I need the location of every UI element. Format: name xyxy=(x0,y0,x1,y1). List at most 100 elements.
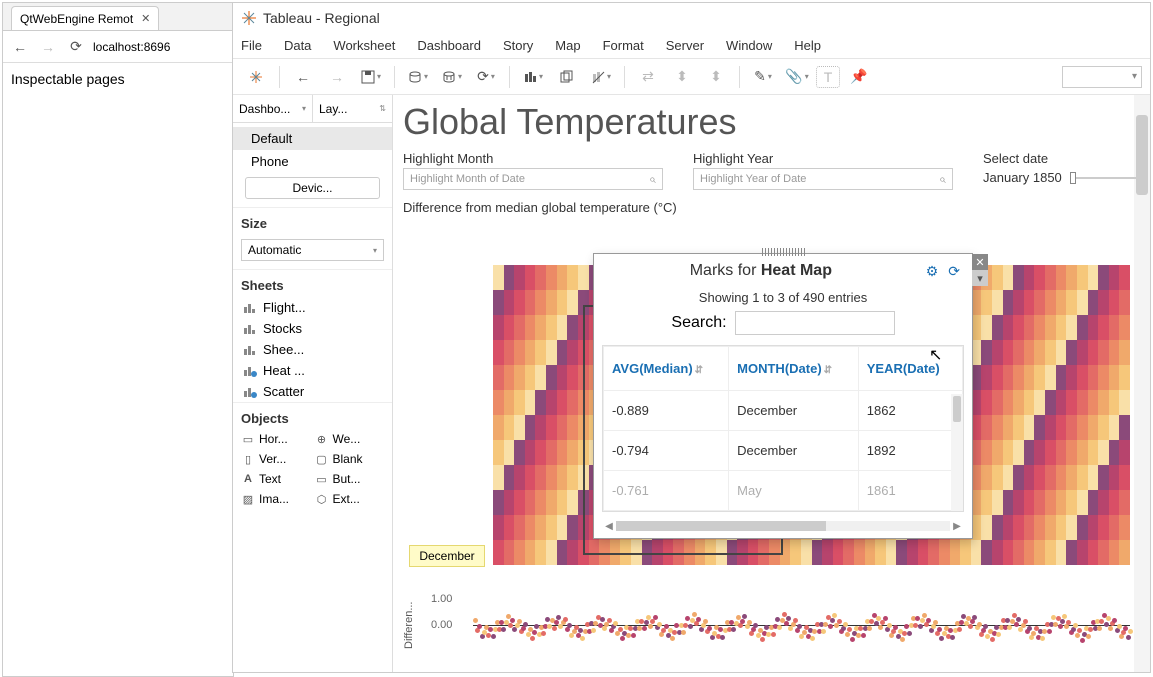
browser-toolbar: ← → ⟳ localhost:8696 xyxy=(3,31,233,63)
browser-window: QtWebEngine Remot ✕ ← → ⟳ localhost:8696… xyxy=(2,2,234,677)
fit-dropdown[interactable]: ▾ xyxy=(1062,66,1142,88)
device-default[interactable]: Default xyxy=(233,127,392,150)
globe-icon: ⊕ xyxy=(315,433,329,445)
table-row[interactable]: -0.889December1862 xyxy=(604,391,963,431)
sheet-item[interactable]: Heat ... xyxy=(233,360,392,381)
bar-chart-check-icon xyxy=(243,386,257,398)
menu-data[interactable]: Data xyxy=(284,38,311,53)
forward-icon[interactable]: → xyxy=(37,36,59,58)
blank-icon: ▢ xyxy=(315,453,329,465)
menubar: File Data Worksheet Dashboard Story Map … xyxy=(233,33,1150,59)
filter-year-combo[interactable]: Highlight Year of Date xyxy=(693,168,953,190)
browser-tab[interactable]: QtWebEngine Remot ✕ xyxy=(11,6,159,30)
sort-icon: ⇵ xyxy=(695,365,703,376)
gear-icon[interactable]: ⚙ xyxy=(926,263,939,280)
menu-dashboard[interactable]: Dashboard xyxy=(417,38,481,53)
size-section-label: Size xyxy=(233,207,392,235)
sort-icon: ⇵ xyxy=(824,365,832,376)
menu-story[interactable]: Story xyxy=(503,38,533,53)
text-tool-icon[interactable]: T xyxy=(816,66,840,88)
table-row[interactable]: -0.794December1892 xyxy=(604,431,963,471)
close-icon[interactable]: ✕ xyxy=(972,254,988,270)
menu-window[interactable]: Window xyxy=(726,38,772,53)
refresh-icon[interactable]: ⟳ xyxy=(471,63,501,91)
vertical-container-icon: ▯ xyxy=(241,453,255,465)
highlight-icon[interactable]: ✎ xyxy=(748,63,778,91)
menu-file[interactable]: File xyxy=(241,38,262,53)
object-extension[interactable]: ⬡Ext... xyxy=(315,490,385,508)
menu-help[interactable]: Help xyxy=(794,38,821,53)
sidebar: Dashbo...▾ Lay...⇅ Default Phone Devic..… xyxy=(233,95,393,672)
popup-hscrollbar[interactable]: ◀ ▶ xyxy=(602,518,964,534)
object-horizontal[interactable]: ▭Hor... xyxy=(241,430,311,448)
save-icon[interactable] xyxy=(356,63,386,91)
col-year[interactable]: YEAR(Date) xyxy=(858,347,962,391)
object-image[interactable]: ▨Ima... xyxy=(241,490,311,508)
marks-popup[interactable]: ✕ ▾ Marks for Heat Map ⚙ ⟳ Showing 1 to … xyxy=(593,253,973,539)
extension-icon: ⬡ xyxy=(315,493,329,505)
attach-icon[interactable]: 📎 xyxy=(782,63,812,91)
device-preview-button[interactable]: Devic... xyxy=(245,177,380,199)
drag-handle-icon[interactable] xyxy=(762,248,806,256)
undo-icon[interactable]: ← xyxy=(288,63,318,91)
size-dropdown[interactable]: Automatic xyxy=(241,239,384,261)
address-bar[interactable]: localhost:8696 xyxy=(93,40,227,54)
slider-handle[interactable] xyxy=(1070,172,1076,184)
image-icon: ▨ xyxy=(241,493,255,505)
sheet-item[interactable]: Flight... xyxy=(233,297,392,318)
scatter-chart[interactable]: Differen... 1.00 0.00 xyxy=(403,575,1130,672)
pin-icon[interactable]: 📌 xyxy=(844,63,874,91)
tableau-window: Tableau - Regional File Data Worksheet D… xyxy=(232,2,1151,673)
redo-icon[interactable]: → xyxy=(322,63,352,91)
sort-asc-icon[interactable]: ⬍ xyxy=(667,63,697,91)
popup-count-text: Showing 1 to 3 of 490 entries xyxy=(594,288,972,311)
new-worksheet-icon[interactable] xyxy=(518,63,548,91)
dropdown-caret-icon[interactable]: ▾ xyxy=(972,270,988,286)
sidebar-tab-dashboard[interactable]: Dashbo...▾ xyxy=(233,95,313,122)
sheets-section-label: Sheets xyxy=(233,269,392,297)
date-slider[interactable] xyxy=(1070,177,1140,179)
swap-icon[interactable]: ⇄ xyxy=(633,63,663,91)
scatter-tick-0: 0.00 xyxy=(431,619,452,631)
browser-viewport: Inspectable pages xyxy=(3,63,233,95)
menu-map[interactable]: Map xyxy=(555,38,580,53)
popup-vscrollbar[interactable] xyxy=(951,394,963,511)
sheet-item[interactable]: Scatter xyxy=(233,381,392,402)
clear-icon[interactable] xyxy=(586,63,616,91)
object-button[interactable]: ▭But... xyxy=(315,470,385,488)
menu-server[interactable]: Server xyxy=(666,38,704,53)
sort-desc-icon[interactable]: ⬍ xyxy=(701,63,731,91)
slider-value: January 1850 xyxy=(983,170,1062,185)
sheet-item[interactable]: Shee... xyxy=(233,339,392,360)
titlebar: Tableau - Regional xyxy=(233,3,1150,33)
vertical-scrollbar[interactable] xyxy=(1134,95,1150,672)
sheet-item[interactable]: Stocks xyxy=(233,318,392,339)
reload-icon[interactable]: ⟳ xyxy=(65,36,87,58)
refresh-icon[interactable]: ⟳ xyxy=(948,263,960,280)
device-phone[interactable]: Phone xyxy=(233,150,392,173)
object-vertical[interactable]: ▯Ver... xyxy=(241,450,311,468)
tableau-logo-small-icon[interactable] xyxy=(241,63,271,91)
new-datasource-icon[interactable] xyxy=(403,63,433,91)
sidebar-tab-layout[interactable]: Lay...⇅ xyxy=(313,95,392,122)
tab-title: QtWebEngine Remot xyxy=(20,12,133,26)
page-heading: Inspectable pages xyxy=(11,71,225,87)
chart-subtitle: Difference from median global temperatur… xyxy=(393,190,1150,219)
col-month[interactable]: MONTH(Date)⇵ xyxy=(729,347,859,391)
object-blank[interactable]: ▢Blank xyxy=(315,450,385,468)
menu-format[interactable]: Format xyxy=(603,38,644,53)
marks-table: AVG(Median)⇵ MONTH(Date)⇵ YEAR(Date) -0.… xyxy=(603,346,963,511)
month-highlight-badge: December xyxy=(409,545,485,567)
object-webpage[interactable]: ⊕We... xyxy=(315,430,385,448)
back-icon[interactable]: ← xyxy=(9,36,31,58)
pause-updates-icon[interactable] xyxy=(437,63,467,91)
duplicate-icon[interactable] xyxy=(552,63,582,91)
filter-month-combo[interactable]: Highlight Month of Date xyxy=(403,168,663,190)
search-input[interactable] xyxy=(735,311,895,335)
close-icon[interactable]: ✕ xyxy=(141,12,150,25)
menu-worksheet[interactable]: Worksheet xyxy=(333,38,395,53)
slider-label: Select date xyxy=(983,151,1140,166)
object-text[interactable]: AText xyxy=(241,470,311,488)
col-avg[interactable]: AVG(Median)⇵ xyxy=(604,347,729,391)
table-row[interactable]: -0.761May1861 xyxy=(604,471,963,511)
